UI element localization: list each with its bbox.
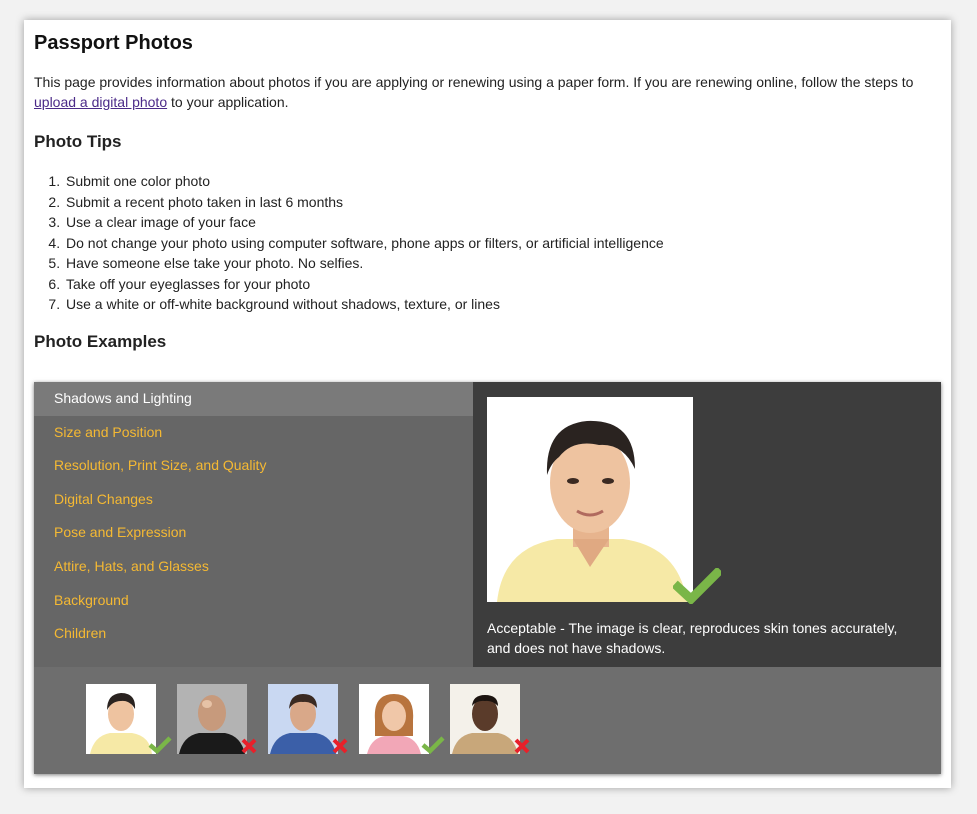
tip-item: Take off your eyeglasses for your photo [64,274,664,295]
thumbnail-acceptable-1[interactable] [86,684,172,754]
check-icon [673,568,721,604]
menu-item-pose-and-expression[interactable]: Pose and Expression [34,516,473,550]
photo-examples-gallery: Shadows and Lighting Size and Position R… [34,382,941,774]
tip-item: Do not change your photo using computer … [64,233,664,254]
page-content: Passport Photos This page provides infor… [24,20,951,788]
menu-item-digital-changes[interactable]: Digital Changes [34,483,473,517]
x-icon [241,738,257,754]
thumbnail-unacceptable-2[interactable] [177,684,257,754]
intro-paragraph: This page provides information about pho… [34,72,939,112]
tip-item: Submit a recent photo taken in last 6 mo… [64,192,664,213]
example-caption: Acceptable - The image is clear, reprodu… [487,620,898,656]
thumbnail-image [268,684,338,754]
upload-digital-photo-link[interactable]: upload a digital photo [34,94,167,110]
photo-tips-list: Submit one color photo Submit a recent p… [34,171,664,315]
example-photo-viewer: Acceptable - The image is clear, reprodu… [473,382,941,667]
intro-text: This page provides information about pho… [34,74,914,90]
thumbnail-unacceptable-5[interactable] [450,684,530,754]
photo-examples-heading: Photo Examples [34,332,167,351]
portrait-illustration [487,397,693,602]
menu-item-children[interactable]: Children [34,617,473,651]
menu-item-size-and-position[interactable]: Size and Position [34,416,473,450]
thumbnail-unacceptable-3[interactable] [268,684,348,754]
photo-tips-heading: Photo Tips [34,132,122,151]
menu-item-resolution-print-size-quality[interactable]: Resolution, Print Size, and Quality [34,449,473,483]
thumbnail-image [177,684,247,754]
menu-item-shadows-and-lighting[interactable]: Shadows and Lighting [34,382,473,416]
tip-item: Have someone else take your photo. No se… [64,253,664,274]
tip-item: Use a white or off-white background with… [64,294,664,315]
menu-item-attire-hats-glasses[interactable]: Attire, Hats, and Glasses [34,550,473,584]
thumbnail-image [359,684,429,754]
page-title: Passport Photos [34,32,193,54]
check-icon [148,736,172,754]
check-icon [421,736,445,754]
x-icon [514,738,530,754]
thumbnail-strip [34,667,941,774]
tip-item: Use a clear image of your face [64,212,664,233]
tip-item: Submit one color photo [64,171,664,192]
example-category-menu: Shadows and Lighting Size and Position R… [34,382,473,667]
intro-text-end: to your application. [167,94,289,110]
thumbnail-acceptable-4[interactable] [359,684,445,754]
thumbnail-image [450,684,520,754]
thumbnail-image [86,684,156,754]
x-icon [332,738,348,754]
example-photo [487,397,693,602]
menu-item-background[interactable]: Background [34,584,473,618]
